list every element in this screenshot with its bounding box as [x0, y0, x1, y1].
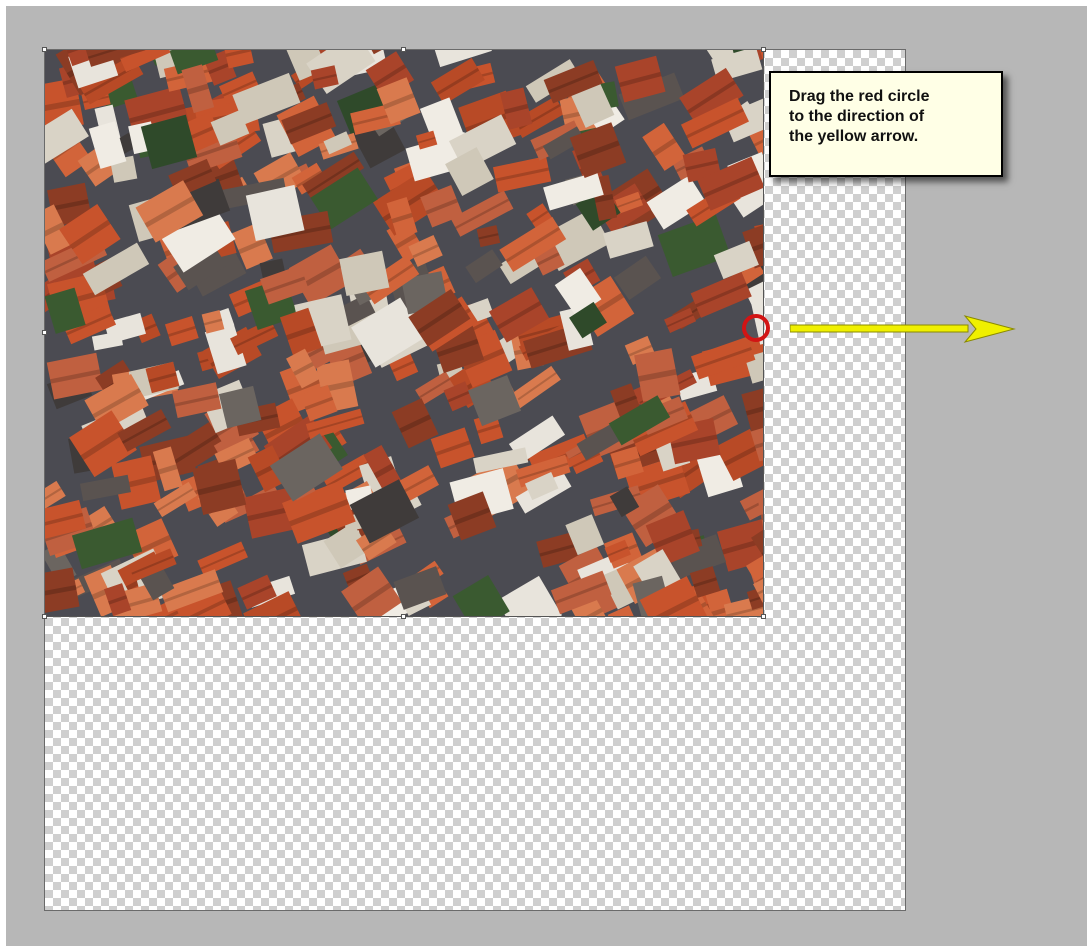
- yellow-arrow-icon: [790, 315, 1016, 343]
- transform-handle-bottom-mid[interactable]: [401, 614, 406, 619]
- callout-line-2: to the direction of: [789, 108, 925, 125]
- aerial-photo-layer[interactable]: [45, 50, 764, 617]
- transparent-canvas[interactable]: [42, 47, 1016, 911]
- red-circle-icon[interactable]: [742, 314, 770, 342]
- callout-line-3: the yellow arrow.: [789, 128, 919, 145]
- transform-handle-top-right[interactable]: [761, 47, 766, 52]
- transform-handle-top-mid[interactable]: [401, 47, 406, 52]
- transform-handle-bottom-left[interactable]: [42, 614, 47, 619]
- transform-handle-bottom-right[interactable]: [761, 614, 766, 619]
- callout-line-1: Drag the red circle: [789, 88, 930, 105]
- instruction-callout: Drag the red circle to the direction of …: [769, 71, 1003, 177]
- transform-handle-top-left[interactable]: [42, 47, 47, 52]
- aerial-town-photo: [45, 50, 763, 616]
- transform-handle-mid-left[interactable]: [42, 330, 47, 335]
- workspace: Drag the red circle to the direction of …: [6, 6, 1087, 946]
